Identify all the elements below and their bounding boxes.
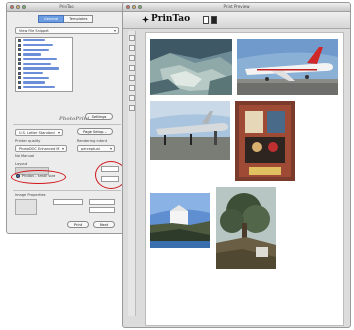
prop-field-3[interactable] <box>89 207 115 213</box>
fit-icon[interactable] <box>129 75 135 81</box>
rotate-icon[interactable] <box>129 55 135 61</box>
photos-small-radio[interactable] <box>16 174 20 178</box>
height-field[interactable] <box>101 176 119 182</box>
printao-logo-icon <box>142 16 149 23</box>
divider <box>13 124 121 125</box>
prop-field-1[interactable] <box>53 199 83 205</box>
preview-titlebar: Print Preview <box>123 3 350 12</box>
tab-templates[interactable]: Templates <box>64 15 94 23</box>
photoprint-logo: PhotoPrint <box>59 116 90 122</box>
color-profile-select[interactable]: PhotoDOC Enhanced M <box>15 145 67 152</box>
arrange-icon[interactable] <box>129 95 135 101</box>
checkbox[interactable] <box>18 76 21 80</box>
preview-toolbar: PrinTao <box>123 12 350 29</box>
source-select[interactable]: View File Snippet <box>15 27 119 34</box>
image-properties-label: Image Properties <box>15 193 46 197</box>
paper-select[interactable]: U.S. Letter Standard <box>15 129 63 136</box>
photo-airplane[interactable] <box>237 39 338 95</box>
print-button[interactable]: Print <box>67 221 89 228</box>
photo-tarmac[interactable] <box>150 101 230 160</box>
panel-title: PrinTao <box>59 4 74 9</box>
no-manual-label: No Manual <box>15 154 35 158</box>
page-setup-button[interactable]: Page Setup... <box>77 128 113 135</box>
rendering-intent-select[interactable]: perceptual <box>77 145 115 152</box>
tab-general[interactable]: General <box>38 15 65 23</box>
checkbox[interactable] <box>18 66 21 70</box>
image-thumb-box <box>15 199 37 215</box>
printer-quality-label: Printer quality <box>15 139 41 143</box>
checkbox[interactable] <box>18 52 21 56</box>
printao-brand: PrinTao <box>151 14 191 24</box>
layout-label: Layout <box>15 162 28 166</box>
delete-icon[interactable] <box>129 105 135 111</box>
checkbox[interactable] <box>18 48 21 52</box>
crop-icon[interactable] <box>129 65 135 71</box>
panel-tabs: General Templates <box>38 15 94 23</box>
checkbox[interactable] <box>18 38 21 42</box>
checkbox[interactable] <box>18 62 21 66</box>
checkbox[interactable] <box>18 71 21 75</box>
width-field[interactable] <box>101 166 119 172</box>
checkbox[interactable] <box>18 43 21 47</box>
checkbox[interactable] <box>18 81 21 85</box>
page-icon[interactable] <box>203 16 209 24</box>
preview-title: Print Preview <box>223 4 250 9</box>
photo-wall-art[interactable] <box>235 101 295 181</box>
prop-field-2[interactable] <box>89 199 115 205</box>
zoom-in-icon[interactable] <box>129 35 135 41</box>
rendering-intent-label: Rendering intent <box>77 139 108 143</box>
panel-titlebar: PrinTao <box>7 3 126 12</box>
zoom-out-icon[interactable] <box>129 45 135 51</box>
photo-cliff-house[interactable] <box>150 193 210 248</box>
photo-rocky-coast[interactable] <box>150 39 232 95</box>
list-item[interactable] <box>16 85 72 90</box>
print-page <box>145 32 344 326</box>
checkbox[interactable] <box>18 57 21 61</box>
print-preview-window: Print Preview PrinTao <box>122 2 351 328</box>
page-dark-icon[interactable] <box>211 16 217 24</box>
grid-icon[interactable] <box>129 85 135 91</box>
preview-sidebar <box>128 31 136 316</box>
print-settings-window: PrinTao General Templates View File Snip… <box>6 2 127 234</box>
photo-tree[interactable] <box>216 187 276 269</box>
divider <box>13 190 121 191</box>
checkbox[interactable] <box>18 85 21 89</box>
file-list[interactable] <box>15 37 73 92</box>
next-button[interactable]: Next <box>93 221 115 228</box>
photos-small-label: Photos - small size <box>22 174 56 178</box>
